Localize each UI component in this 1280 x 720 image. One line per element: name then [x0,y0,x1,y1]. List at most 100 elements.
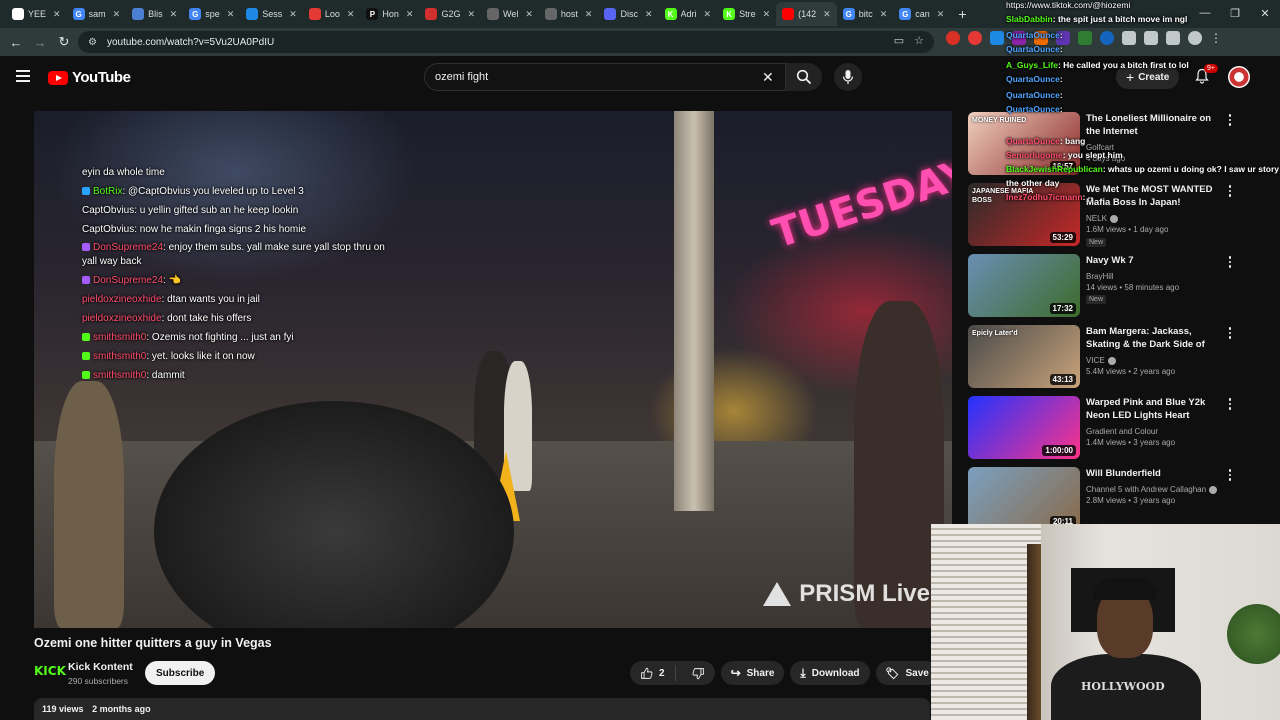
browser-tab[interactable]: Loo ✕ [303,2,361,26]
recommended-title[interactable]: Warped Pink and Blue Y2k Neon LED Lights… [1086,396,1226,423]
extension-icon[interactable] [1100,31,1114,45]
description-box[interactable]: 119 views 2 months ago [34,698,930,720]
recommended-video[interactable]: JAPANESE MAFIA BOSS 53:29 We Met The MOST … [968,183,1268,251]
tab-close-icon[interactable]: ✕ [227,9,235,20]
browser-tab[interactable]: Gcan ✕ [893,2,950,26]
video-thumbnail[interactable]: 17:32 [968,254,1080,317]
extension-icon[interactable] [1056,31,1070,45]
browser-tab[interactable]: Wel ✕ [481,2,539,26]
more-actions-icon[interactable] [1226,114,1234,126]
browser-tab[interactable]: Blis ✕ [126,2,183,26]
tab-close-icon[interactable]: ✕ [406,9,414,20]
maximize-button[interactable]: ❐ [1220,0,1250,26]
browser-menu-icon[interactable]: ⋮ [1210,31,1222,45]
video-thumbnail[interactable]: 1:00:00 [968,396,1080,459]
browser-tab[interactable]: YEE ✕ [6,2,67,26]
browser-tab[interactable]: P Hon ✕ [360,2,419,26]
browser-tab[interactable]: Gbitc ✕ [837,2,894,26]
channel-name[interactable]: Kick Kontent [68,661,133,673]
minimize-button[interactable]: — [1190,0,1220,26]
video-player[interactable]: TUESDAY eyin da whole time BotRix: @CaptO… [34,111,952,628]
recommended-video[interactable]: 1:00:00 Warped Pink and Blue Y2k Neon LED… [968,396,1268,464]
tab-close-icon[interactable]: ✕ [763,9,771,20]
more-actions-icon[interactable] [1226,256,1234,268]
tab-search-icon[interactable] [1166,31,1180,45]
profile-avatar-icon[interactable] [1188,31,1202,45]
download-button[interactable]: ⤓ Download [790,661,870,685]
more-actions-icon[interactable] [1226,185,1234,197]
browser-tab[interactable]: K Adri ✕ [659,2,718,26]
account-avatar[interactable] [1228,66,1250,88]
extension-icon[interactable] [1034,31,1048,45]
dislike-button[interactable] [682,667,715,680]
video-thumbnail[interactable]: 20:11 [968,467,1080,530]
extension-icon[interactable] [946,31,960,45]
site-info-icon[interactable]: ⚙ [88,37,97,48]
browser-tab[interactable]: G2G ✕ [419,2,481,26]
browser-tab[interactable]: Gsam ✕ [67,2,127,26]
tab-close-icon[interactable]: ✕ [347,9,355,20]
save-button[interactable]: 🏷 Save [875,661,939,685]
tab-close-icon[interactable]: ✕ [704,9,712,20]
tab-close-icon[interactable]: ✕ [645,9,653,20]
recommended-title[interactable]: Bam Margera: Jackass, Skating & the Dark… [1086,325,1226,352]
more-actions-icon[interactable] [1226,398,1234,410]
tab-close-icon[interactable]: ✕ [467,9,475,20]
bookmark-star-icon[interactable]: ☆ [914,34,924,47]
address-bar[interactable]: ⚙ youtube.com/watch?v=5Vu2UA0PdIU ▭ ☆ [78,31,934,53]
browser-tab[interactable]: Sess ✕ [240,2,303,26]
video-thumbnail[interactable]: JAPANESE MAFIA BOSS 53:29 [968,183,1080,246]
more-actions-icon[interactable] [1226,327,1234,339]
menu-icon[interactable] [16,70,30,82]
recommended-channel[interactable]: VICE [1086,356,1116,365]
tab-close-icon[interactable]: ✕ [937,9,945,20]
browser-tab[interactable]: (142 ✕ [776,2,837,26]
recommended-title[interactable]: Navy Wk 7 [1086,254,1226,267]
close-window-button[interactable]: ✕ [1250,0,1280,26]
recommended-channel[interactable]: Channel 5 with Andrew Callaghan [1086,485,1218,494]
create-button[interactable]: + Create [1116,65,1180,89]
browser-tab[interactable]: Gspe ✕ [183,2,240,26]
clear-search-icon[interactable]: ✕ [762,69,774,86]
like-button[interactable]: 2 [630,665,676,681]
tab-close-icon[interactable]: ✕ [289,9,297,20]
recommended-channel[interactable]: NELK [1086,214,1118,223]
recommended-channel[interactable]: BrayHill [1086,272,1114,281]
tab-close-icon[interactable]: ✕ [53,9,61,20]
share-button[interactable]: ↪ Share [720,661,785,685]
tab-close-icon[interactable]: ✕ [170,9,178,20]
tab-close-icon[interactable]: ✕ [525,9,533,20]
extensions-puzzle-icon[interactable] [1122,31,1136,45]
video-thumbnail[interactable]: MONEY RUINED 16:57 [968,112,1080,175]
recommended-channel[interactable]: Gradient and Colour [1086,427,1158,436]
extension-icon[interactable] [1078,31,1092,45]
tab-close-icon[interactable]: ✕ [823,9,831,20]
back-icon[interactable]: ← [4,30,28,54]
sidepanel-icon[interactable] [1144,31,1158,45]
video-thumbnail[interactable]: Epicly Later'd 43:13 [968,325,1080,388]
recommended-title[interactable]: Will Blunderfield [1086,467,1226,480]
recommended-title[interactable]: The Loneliest Millionaire on the Interne… [1086,112,1226,138]
recommended-title[interactable]: We Met The MOST WANTED Mafia Boss In Jap… [1086,183,1226,209]
recommended-video[interactable]: MONEY RUINED 16:57 The Loneliest Millionai… [968,112,1268,180]
extension-icon[interactable] [1012,31,1026,45]
browser-tab[interactable]: K Stre ✕ [717,2,776,26]
more-actions-icon[interactable] [1226,469,1234,481]
forward-icon[interactable]: → [28,30,52,54]
subscribe-button[interactable]: Subscribe [145,661,216,685]
tab-close-icon[interactable]: ✕ [113,9,121,20]
search-button[interactable] [786,63,822,91]
cast-icon[interactable]: ▭ [894,34,904,47]
youtube-logo[interactable]: YouTube [48,69,131,86]
recommended-video[interactable]: 17:32 Navy Wk 7 BrayHill 14 views • 58 minu… [968,254,1268,322]
new-tab-button[interactable]: + [950,6,974,22]
extension-icon[interactable] [990,31,1004,45]
channel-avatar[interactable]: KICK [34,664,66,682]
recommended-channel[interactable]: Golfcart [1086,143,1114,152]
recommended-video[interactable]: Epicly Later'd 43:13 Bam Margera: Jackass,… [968,325,1268,393]
voice-search-button[interactable] [834,63,862,91]
tab-close-icon[interactable]: ✕ [880,9,888,20]
extension-icon[interactable] [968,31,982,45]
browser-tab[interactable]: Disc ✕ [598,2,658,26]
reload-icon[interactable]: ↻ [52,30,76,54]
